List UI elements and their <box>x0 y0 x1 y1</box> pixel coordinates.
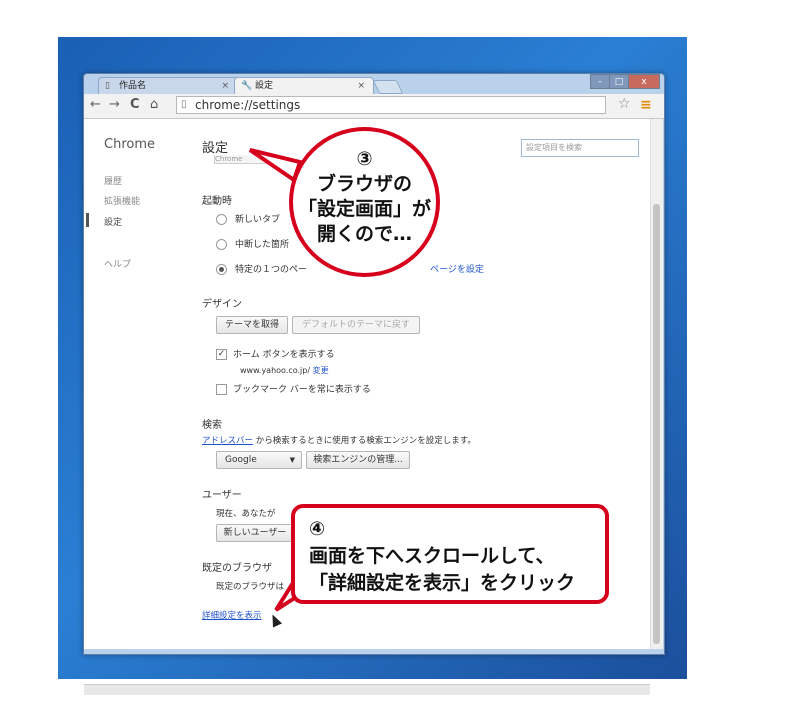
partial-button[interactable]: Chrome <box>214 155 276 164</box>
maximize-button[interactable]: □ <box>609 74 629 89</box>
checkbox-checked[interactable]: ✓ <box>216 349 227 360</box>
callout-step3: ③ ブラウザの 「設定画面」が 開くので… <box>289 127 440 277</box>
close-button[interactable]: x <box>628 74 660 89</box>
page-title: 設定 <box>202 141 229 156</box>
callout3-line: 開くので… <box>316 223 412 245</box>
forward-arrow-icon[interactable]: → <box>109 97 120 112</box>
tab-works[interactable]: ▯ 作品名 × <box>98 77 238 94</box>
callout3-line: 「設定画面」が <box>297 198 431 220</box>
advanced-settings-link[interactable]: 詳細設定を表示 <box>202 609 262 621</box>
tab-close-icon[interactable]: × <box>357 78 365 95</box>
startup-option-specific[interactable]: 特定の１つのペー <box>216 262 307 275</box>
title-bar: ▯ 作品名 × 🔧 設定 × – □ x <box>84 74 664 94</box>
callout4-line: 画面を下へスクロールして、 <box>309 545 555 567</box>
checkbox[interactable] <box>216 384 227 395</box>
radio-button[interactable] <box>216 239 227 250</box>
page-icon: ▯ <box>105 81 110 91</box>
tab-settings[interactable]: 🔧 設定 × <box>234 77 374 94</box>
sidebar-title: Chrome <box>104 137 155 152</box>
wrench-icon: 🔧 <box>241 81 253 91</box>
users-text: 現在、あなたが <box>216 509 276 519</box>
search-heading: 検索 <box>202 420 222 431</box>
change-home-link[interactable]: 変更 <box>313 366 329 375</box>
radio-button[interactable] <box>216 214 227 225</box>
users-heading: ユーザー <box>202 490 242 501</box>
new-tab-button[interactable] <box>372 80 404 94</box>
home-url: www.yahoo.co.jp/ <box>240 366 311 375</box>
startup-option-newtab[interactable]: 新しいタブ <box>216 212 280 225</box>
default-browser-text: 既定のブラウザは <box>216 582 285 592</box>
sidebar-item-history[interactable]: 履歴 <box>104 174 122 187</box>
sidebar-item-extensions[interactable]: 拡張機能 <box>104 194 140 207</box>
get-theme-button[interactable]: テーマを取得 <box>216 316 288 334</box>
home-icon[interactable]: ⌂ <box>150 97 158 112</box>
callout-step4: ④ 画面を下へスクロールして、 「詳細設定を表示」をクリック <box>291 504 609 604</box>
minimize-button[interactable]: – <box>590 74 610 89</box>
manage-search-engines-button[interactable]: 検索エンジンの管理... <box>306 451 410 469</box>
show-home-checkbox[interactable]: ✓ ホーム ボタンを表示する <box>216 347 335 360</box>
callout4-line: ④ <box>309 518 326 540</box>
tab-label: 作品名 <box>119 81 147 91</box>
new-user-button[interactable]: 新しいユーザー <box>216 524 294 542</box>
set-pages-link[interactable]: ページを設定 <box>430 262 484 275</box>
sidebar-item-settings[interactable]: 設定 <box>104 215 122 228</box>
tab-label: 設定 <box>255 81 274 91</box>
startup-option-continue[interactable]: 中断した箇所 <box>216 237 289 250</box>
radio-button-selected[interactable] <box>216 264 227 275</box>
search-engine-select[interactable]: Google ▼ <box>216 451 302 469</box>
settings-search-input[interactable]: 設定項目を検索 <box>521 139 639 157</box>
reload-icon[interactable]: C <box>130 97 140 112</box>
default-browser-heading: 既定のブラウザ <box>202 563 272 574</box>
url-text: chrome://settings <box>195 98 301 112</box>
scrollbar-thumb[interactable] <box>653 204 660 644</box>
bookmark-star-icon[interactable]: ☆ <box>618 96 631 112</box>
browser-toolbar: ← → C ⌂ ▯ chrome://settings ☆ ≡ <box>84 94 664 119</box>
startup-heading: 起動時 <box>202 196 232 207</box>
address-bar[interactable]: ▯ chrome://settings <box>176 96 606 114</box>
reset-theme-button[interactable]: デフォルトのテーマに戻す <box>292 316 420 334</box>
sidebar-item-help[interactable]: ヘルプ <box>104 257 131 270</box>
menu-icon[interactable]: ≡ <box>640 97 652 113</box>
design-heading: デザイン <box>202 299 242 310</box>
search-description: アドレスバー から検索するときに使用する検索エンジンを設定します。 <box>202 436 476 446</box>
callout4-line: 「詳細設定を表示」をクリック <box>309 572 576 594</box>
home-url-row: www.yahoo.co.jp/ 変更 <box>240 365 329 376</box>
address-bar-link[interactable]: アドレスバー <box>202 436 253 446</box>
callout3-line: ③ <box>356 148 373 170</box>
back-arrow-icon[interactable]: ← <box>90 97 101 112</box>
dropdown-arrow-icon: ▼ <box>289 456 295 464</box>
vertical-scrollbar[interactable] <box>650 119 663 649</box>
bookmark-bar-checkbox[interactable]: ブックマーク バーを常に表示する <box>216 382 371 395</box>
tab-close-icon[interactable]: × <box>221 78 229 95</box>
page-icon: ▯ <box>181 99 187 110</box>
sidebar-selection-indicator <box>86 213 89 227</box>
horizontal-scrollbar[interactable] <box>84 684 650 695</box>
callout3-line: ブラウザの <box>316 173 412 195</box>
